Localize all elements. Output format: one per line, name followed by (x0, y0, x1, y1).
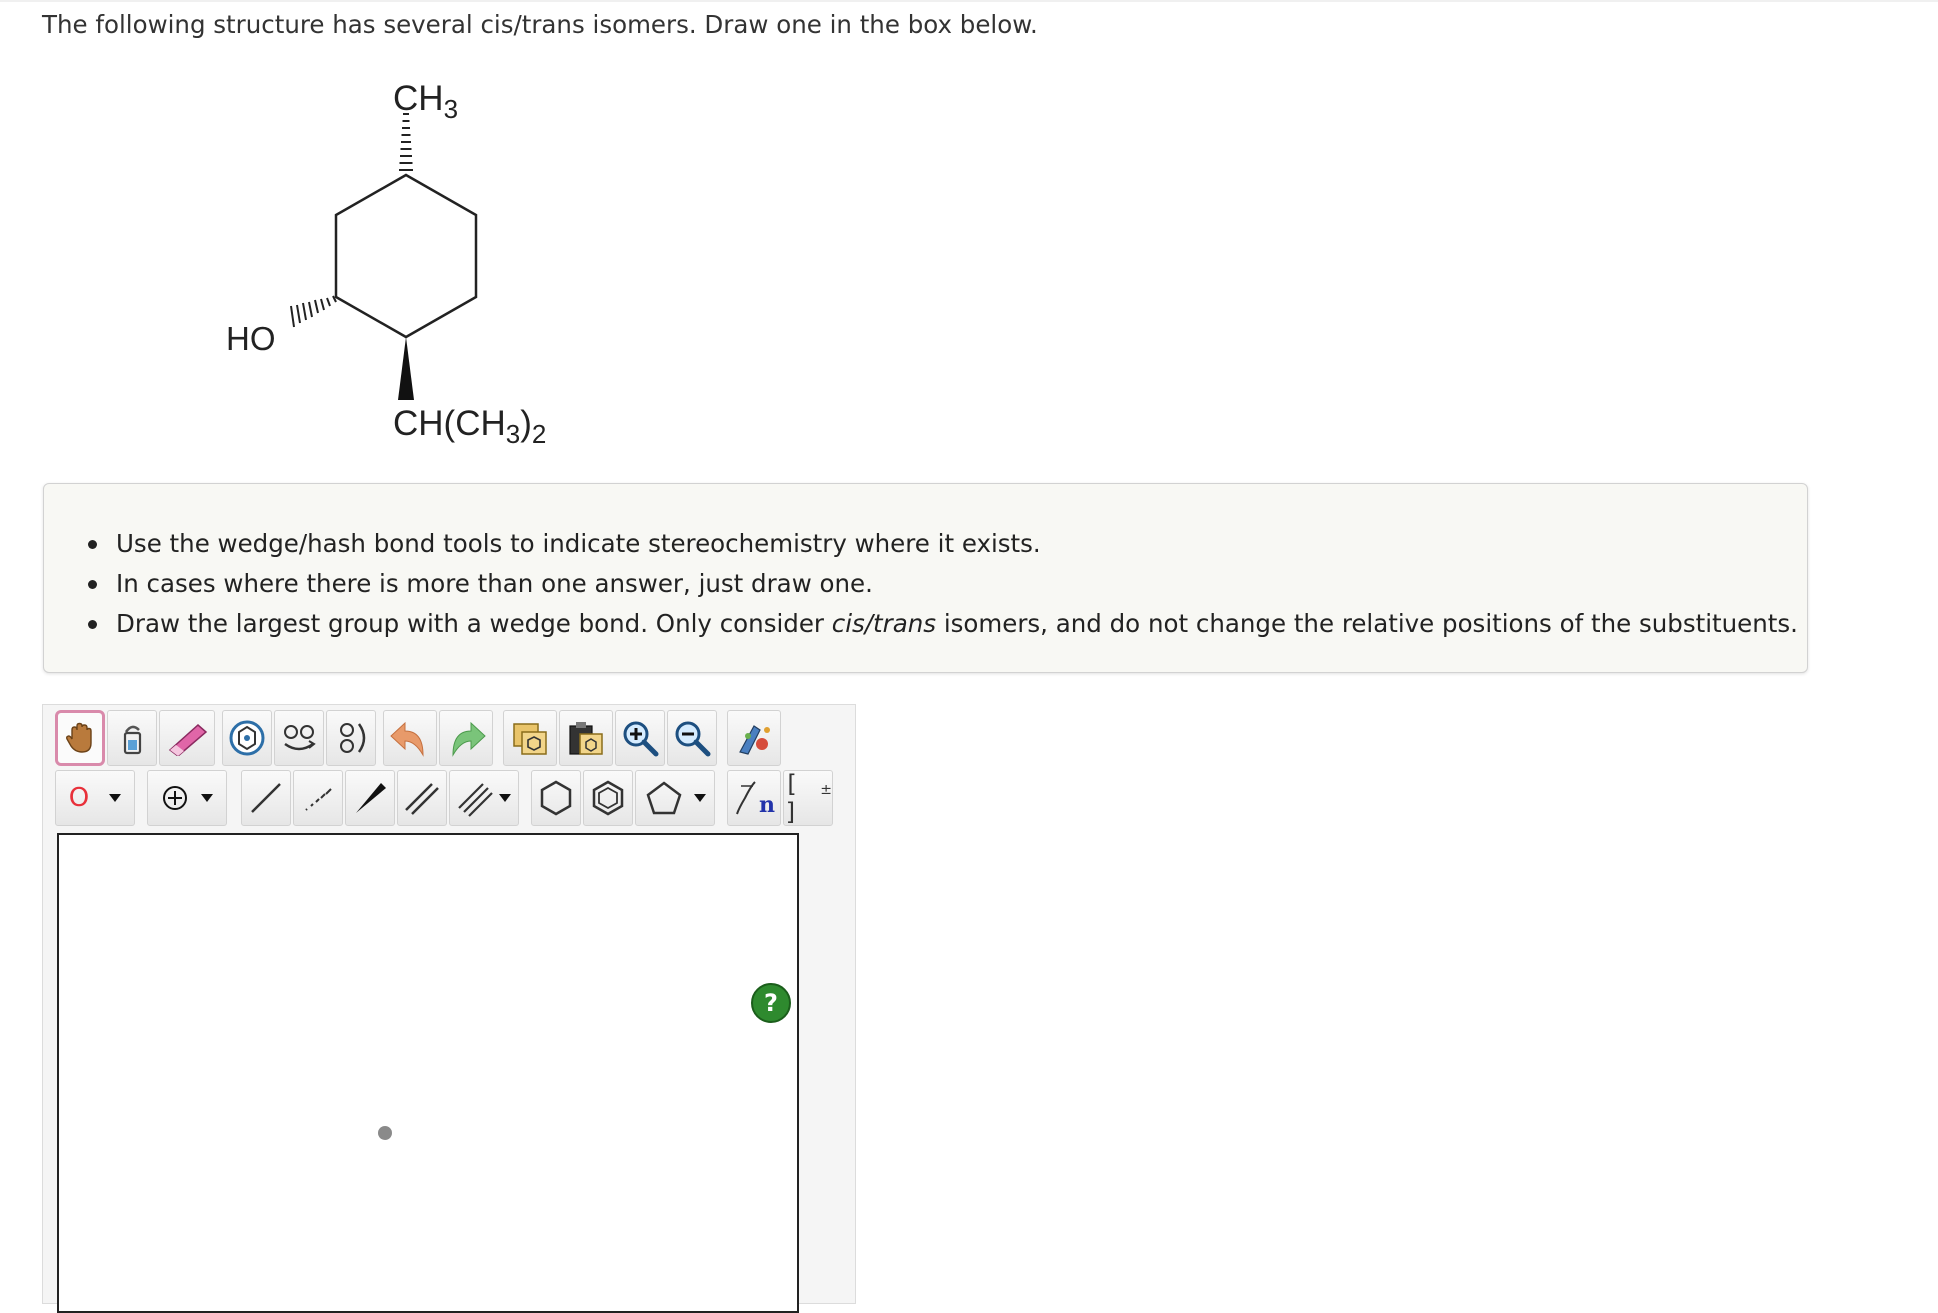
cyclohexane-ring (334, 173, 478, 339)
polymer-bracket-icon (736, 781, 756, 815)
instruction-text: In cases where there is more than one an… (116, 569, 873, 598)
bullet (88, 540, 97, 549)
template-icon (229, 720, 265, 756)
flip-vertical-button[interactable] (326, 710, 376, 766)
hash-bond-left (290, 295, 337, 328)
redo-icon (452, 721, 486, 757)
instructions-panel: Use the wedge/hash bond tools to indicat… (43, 483, 1808, 673)
lasso-icon (123, 725, 142, 755)
instruction-item: Draw the largest group with a wedge bond… (88, 604, 1798, 644)
bracket-charge-label: ± (820, 782, 832, 798)
cyclopentane-icon (646, 781, 682, 815)
cyclohexane-icon (540, 780, 572, 816)
undo-button[interactable] (383, 710, 437, 766)
zoom-out-button[interactable] (667, 710, 717, 766)
structure-editor: O n [] ± ? (42, 704, 856, 1313)
hash-bond-button[interactable] (293, 770, 343, 826)
chevron-down-icon (694, 794, 706, 802)
hand-icon (66, 722, 92, 753)
single-bond-icon (251, 783, 281, 813)
chevron-down-icon (109, 794, 122, 802)
benzene-icon (592, 780, 624, 816)
instruction-emphasis: cis/trans (831, 609, 937, 638)
bullet (88, 620, 97, 629)
cyclopentane-selector[interactable] (635, 770, 715, 826)
bracket-charge-button[interactable]: [ ] ± (783, 770, 833, 826)
polymer-label: n (759, 792, 775, 818)
template-button[interactable] (222, 710, 272, 766)
canvas-dot (378, 1126, 392, 1140)
ch3-label: CH3 (393, 79, 458, 124)
clean-structure-icon (739, 725, 770, 755)
triple-bond-icon (458, 783, 493, 817)
redo-button[interactable] (439, 710, 493, 766)
clean-structure-button[interactable] (727, 710, 781, 766)
eraser-button[interactable] (159, 710, 215, 766)
zoom-in-button[interactable] (615, 710, 665, 766)
polymer-bracket-button[interactable]: n (727, 770, 781, 826)
benzene-button[interactable] (583, 770, 633, 826)
paste-button[interactable] (559, 710, 613, 766)
wedge-bond-button[interactable] (345, 770, 395, 826)
instruction-text: Use the wedge/hash bond tools to indicat… (116, 529, 1041, 558)
instruction-text-after: isomers, and do not change the relative … (936, 609, 1798, 638)
copy-icon (513, 723, 547, 755)
flip-horizontal-button[interactable] (274, 710, 324, 766)
chevron-down-icon (499, 794, 511, 802)
atom-selector[interactable]: O (55, 770, 135, 826)
zoom-in-icon (623, 721, 659, 757)
rotate-horizontal-icon (284, 725, 316, 751)
bullet (88, 580, 97, 589)
instruction-item: In cases where there is more than one an… (88, 564, 1798, 604)
zoom-out-icon (675, 721, 711, 757)
isopropyl-label: CH(CH3)2 (393, 404, 546, 449)
double-bond-button[interactable] (397, 770, 447, 826)
rotate-vertical-icon (340, 723, 366, 753)
copy-button[interactable] (503, 710, 557, 766)
triple-bond-selector[interactable] (449, 770, 519, 826)
lasso-select-button[interactable] (107, 710, 157, 766)
cyclohexane-button[interactable] (531, 770, 581, 826)
eraser-icon (168, 723, 208, 756)
bracket-label: [ ] (784, 770, 799, 826)
instructions-list: Use the wedge/hash bond tools to indicat… (88, 524, 1798, 644)
single-bond-button[interactable] (241, 770, 291, 826)
molecule-structure: CH3 HO CH(CH3)2 (226, 79, 546, 449)
charge-icon (163, 786, 187, 810)
atom-label: O (68, 783, 90, 813)
chevron-down-icon (201, 794, 213, 802)
drawing-canvas[interactable]: ? (57, 833, 799, 1313)
hand-tool-button[interactable] (55, 710, 105, 766)
charge-selector[interactable] (147, 770, 227, 826)
wedge-bond-icon (356, 783, 386, 813)
hash-bond-top (399, 113, 413, 171)
double-bond-icon (405, 783, 439, 815)
instruction-item: Use the wedge/hash bond tools to indicat… (88, 524, 1798, 564)
paste-icon (569, 722, 603, 755)
ho-label: HO (226, 320, 276, 357)
hash-bond-icon (305, 788, 332, 811)
help-button[interactable]: ? (751, 983, 791, 1023)
instruction-text-before: Draw the largest group with a wedge bond… (116, 609, 832, 638)
wedge-bond-bottom (398, 337, 414, 400)
undo-icon (390, 721, 424, 757)
